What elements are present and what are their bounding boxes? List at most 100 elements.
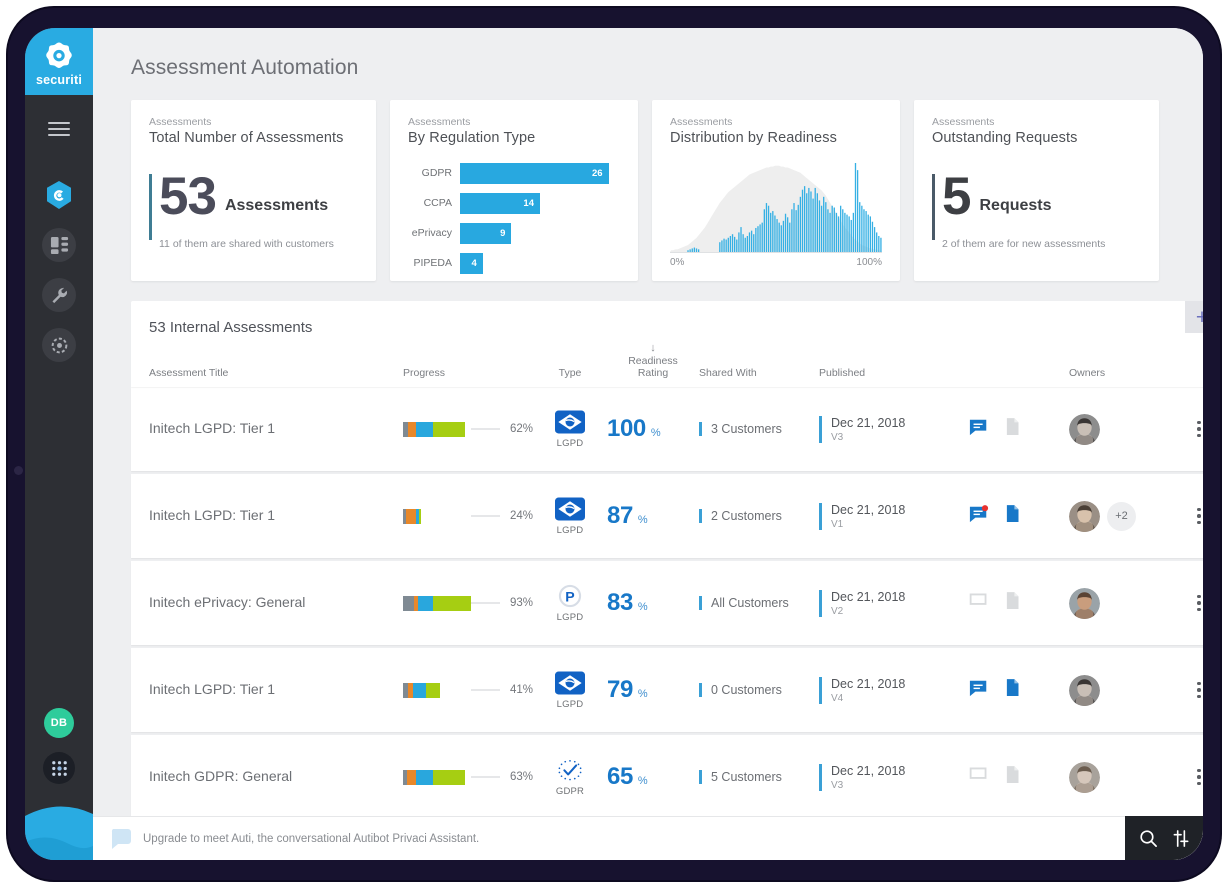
type-label: LGPD (533, 525, 607, 536)
device-bezel: securiti (8, 8, 1220, 880)
sidebar-item-dashboard[interactable] (42, 228, 76, 262)
hamburger-icon[interactable] (48, 122, 70, 136)
table-row[interactable]: Initech LGPD: Tier 141%LGPD79%0 Customer… (131, 648, 1203, 732)
assessment-type[interactable]: GDPR (533, 758, 607, 797)
bar-fill: 14 (460, 193, 540, 214)
row-menu-button[interactable] (1179, 595, 1203, 612)
histogram-bar (855, 163, 856, 252)
metric-unit: Assessments (225, 197, 328, 215)
screen: securiti (25, 28, 1203, 860)
comments-button[interactable] (969, 505, 989, 528)
progress-segment (426, 683, 440, 698)
app-logo[interactable]: securiti (25, 28, 93, 95)
assessment-type[interactable]: PLGPD (533, 584, 607, 623)
card-total-assessments: Assessments Total Number of Assessments … (131, 100, 376, 281)
column-header-owners[interactable]: Owners (1069, 367, 1179, 379)
assessment-title: Initech LGPD: Tier 1 (149, 681, 275, 697)
table-row[interactable]: Initech LGPD: Tier 162%LGPD100%3 Custome… (131, 387, 1203, 471)
column-header-progress[interactable]: Progress (403, 367, 533, 379)
published-version: V3 (831, 780, 969, 791)
assessment-type[interactable]: LGPD (533, 671, 607, 710)
table-row[interactable]: Initech ePrivacy: General93%PLGPD83%All … (131, 561, 1203, 645)
progress-segment (413, 683, 426, 698)
comments-button[interactable] (969, 679, 989, 702)
assistant-banner[interactable]: Upgrade to meet Auti, the conversational… (93, 816, 1125, 860)
histogram-bar (755, 228, 756, 252)
search-icon[interactable] (1139, 829, 1158, 848)
histogram-bar (798, 205, 799, 252)
histogram-bar (745, 238, 746, 252)
table-body: Initech LGPD: Tier 162%LGPD100%3 Custome… (131, 387, 1203, 819)
histogram-bar (738, 232, 739, 252)
histogram-bar (692, 248, 693, 252)
owner-avatar[interactable] (1069, 675, 1100, 706)
histogram-bar (696, 248, 697, 252)
progress-segment (433, 770, 465, 785)
comments-button[interactable] (969, 418, 989, 441)
histogram-bar (872, 222, 873, 252)
add-assessment-button[interactable]: + (1185, 301, 1203, 333)
lgpd-flag-icon (555, 410, 585, 434)
owner-avatar[interactable] (1069, 414, 1100, 445)
histogram-bar (736, 240, 737, 252)
table-row[interactable]: Initech GDPR: General63%GDPR65%5 Custome… (131, 735, 1203, 819)
assessment-type[interactable]: LGPD (533, 497, 607, 536)
bar-track: 26 (460, 163, 620, 184)
progress-segment (433, 596, 471, 611)
row-menu-button[interactable] (1179, 508, 1203, 525)
histogram-bar (764, 209, 765, 252)
extra-owners-badge[interactable]: +2 (1107, 502, 1136, 531)
histogram-bar (819, 200, 820, 252)
progress-indicator: 62% (403, 422, 533, 437)
readiness-unit: % (638, 601, 648, 613)
row-menu-button[interactable] (1179, 421, 1203, 438)
documents-button[interactable] (1005, 504, 1020, 528)
bar-value-label: 14 (523, 198, 540, 209)
table-row[interactable]: Initech LGPD: Tier 124%LGPD87%2 Customer… (131, 474, 1203, 558)
sidebar-item-tools[interactable] (42, 278, 76, 312)
histogram-bar (732, 234, 733, 252)
column-header-readiness[interactable]: ↓ Readiness Rating (607, 343, 699, 379)
user-avatar-initials[interactable]: DB (44, 708, 74, 738)
shared-with: 5 Customers (699, 770, 819, 784)
sidebar-bottom: DB (25, 708, 93, 784)
column-header-published[interactable]: Published (819, 367, 969, 379)
bar-row: PIPEDA4 (408, 252, 620, 274)
readiness-rating: 83% (607, 589, 699, 617)
row-menu-button[interactable] (1179, 682, 1203, 699)
progress-remainder (471, 515, 500, 517)
owner-avatar[interactable] (1069, 588, 1100, 619)
histogram-bar (863, 209, 864, 252)
assessments-table: 53 Internal Assessments + Assessment Tit… (131, 301, 1203, 822)
owners: +2 (1069, 501, 1179, 532)
progress-segment (403, 596, 414, 611)
documents-button[interactable] (1005, 765, 1020, 789)
bar-track: 4 (460, 253, 620, 274)
documents-button[interactable] (1005, 678, 1020, 702)
readiness-value: 65 (607, 763, 633, 791)
sidebar-item-privaci[interactable] (42, 178, 76, 212)
histogram-bar (772, 211, 773, 252)
sliders-icon[interactable] (1172, 829, 1191, 848)
progress-bar (403, 596, 471, 611)
assessment-type[interactable]: LGPD (533, 410, 607, 449)
apps-launcher-button[interactable] (43, 752, 75, 784)
row-menu-button[interactable] (1179, 769, 1203, 786)
progress-segment (419, 509, 421, 524)
column-header-title[interactable]: Assessment Title (131, 367, 403, 379)
comments-button[interactable] (969, 592, 989, 615)
chat-bubble-icon (109, 828, 133, 850)
column-header-shared-with[interactable]: Shared With (699, 367, 819, 379)
histogram-bar (762, 223, 763, 252)
lgpd-flag-icon (555, 497, 585, 521)
documents-button[interactable] (1005, 417, 1020, 441)
sidebar-item-settings[interactable] (42, 328, 76, 362)
comments-button[interactable] (969, 766, 989, 789)
owner-avatar[interactable] (1069, 501, 1100, 532)
documents-button[interactable] (1005, 591, 1020, 615)
column-header-type[interactable]: Type (533, 367, 607, 379)
owner-avatar[interactable] (1069, 762, 1100, 793)
card-by-regulation-type: Assessments By Regulation Type GDPR26CCP… (390, 100, 638, 281)
histogram-bar (723, 239, 724, 252)
shared-with-value: 2 Customers (711, 509, 819, 523)
